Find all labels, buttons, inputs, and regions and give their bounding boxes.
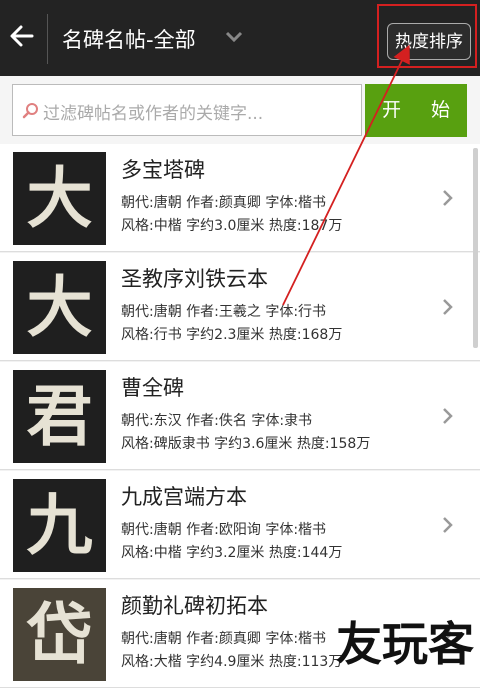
header-divider <box>47 14 48 64</box>
item-title: 颜勤礼碑初拓本 <box>121 594 268 618</box>
chevron-right-icon <box>443 190 453 206</box>
item-meta-line1: 朝代:唐朝 作者:欧阳询 字体:楷书 <box>121 522 327 538</box>
chevron-right-icon <box>443 299 453 315</box>
item-title: 圣教序刘铁云本 <box>121 267 268 291</box>
calligraphy-thumbnail: 大 <box>13 152 106 245</box>
list-item[interactable]: 大 圣教序刘铁云本 朝代:唐朝 作者:王羲之 字体:行书 风格:行书 字约2.3… <box>0 253 480 361</box>
search-placeholder: 过滤碑帖名或作者的关键字... <box>43 104 264 124</box>
calligraphy-thumbnail: 岱 <box>13 588 106 681</box>
item-meta-line2: 风格:中楷 字约3.2厘米 热度:144万 <box>121 545 343 561</box>
chevron-right-icon <box>443 517 453 533</box>
item-title: 曹全碑 <box>121 376 184 400</box>
calligraphy-thumbnail: 大 <box>13 261 106 354</box>
item-meta-line1: 朝代:唐朝 作者:颜真卿 字体:楷书 <box>121 195 327 211</box>
page-title[interactable]: 名碑名帖-全部 <box>62 24 196 54</box>
calligraphy-thumbnail: 九 <box>13 479 106 572</box>
chevron-down-icon[interactable] <box>224 30 244 44</box>
list-item[interactable]: 九 九成宫端方本 朝代:唐朝 作者:欧阳询 字体:楷书 风格:中楷 字约3.2厘… <box>0 471 480 579</box>
start-button[interactable]: 开 始 <box>365 84 467 137</box>
list-item[interactable]: 君 曹全碑 朝代:东汉 作者:佚名 字体:隶书 风格:碑版隶书 字约3.6厘米 … <box>0 362 480 470</box>
list-item[interactable]: 大 多宝塔碑 朝代:唐朝 作者:颜真卿 字体:楷书 风格:中楷 字约3.0厘米 … <box>0 144 480 252</box>
watermark-logo: 友玩客 <box>336 617 474 671</box>
item-title: 多宝塔碑 <box>121 158 205 182</box>
item-meta-line2: 风格:行书 字约2.3厘米 热度:168万 <box>121 327 343 343</box>
search-icon <box>22 103 38 119</box>
calligraphy-thumbnail: 君 <box>13 370 106 463</box>
item-meta-line2: 风格:碑版隶书 字约3.6厘米 热度:158万 <box>121 436 371 452</box>
item-meta-line1: 朝代:东汉 作者:佚名 字体:隶书 <box>121 413 313 429</box>
search-input[interactable]: 过滤碑帖名或作者的关键字... <box>12 84 362 136</box>
chevron-right-icon <box>443 408 453 424</box>
item-meta-line2: 风格:中楷 字约3.0厘米 热度:187万 <box>121 218 343 234</box>
item-meta-line1: 朝代:唐朝 作者:王羲之 字体:行书 <box>121 304 327 320</box>
item-title: 九成宫端方本 <box>121 485 247 509</box>
annotation-highlight-box <box>377 4 477 68</box>
item-meta-line2: 风格:大楷 字约4.9厘米 热度:113万 <box>121 654 343 670</box>
back-arrow-icon[interactable] <box>8 22 36 50</box>
scrollbar[interactable] <box>473 148 478 348</box>
item-meta-line1: 朝代:唐朝 作者:颜真卿 字体:楷书 <box>121 631 327 647</box>
